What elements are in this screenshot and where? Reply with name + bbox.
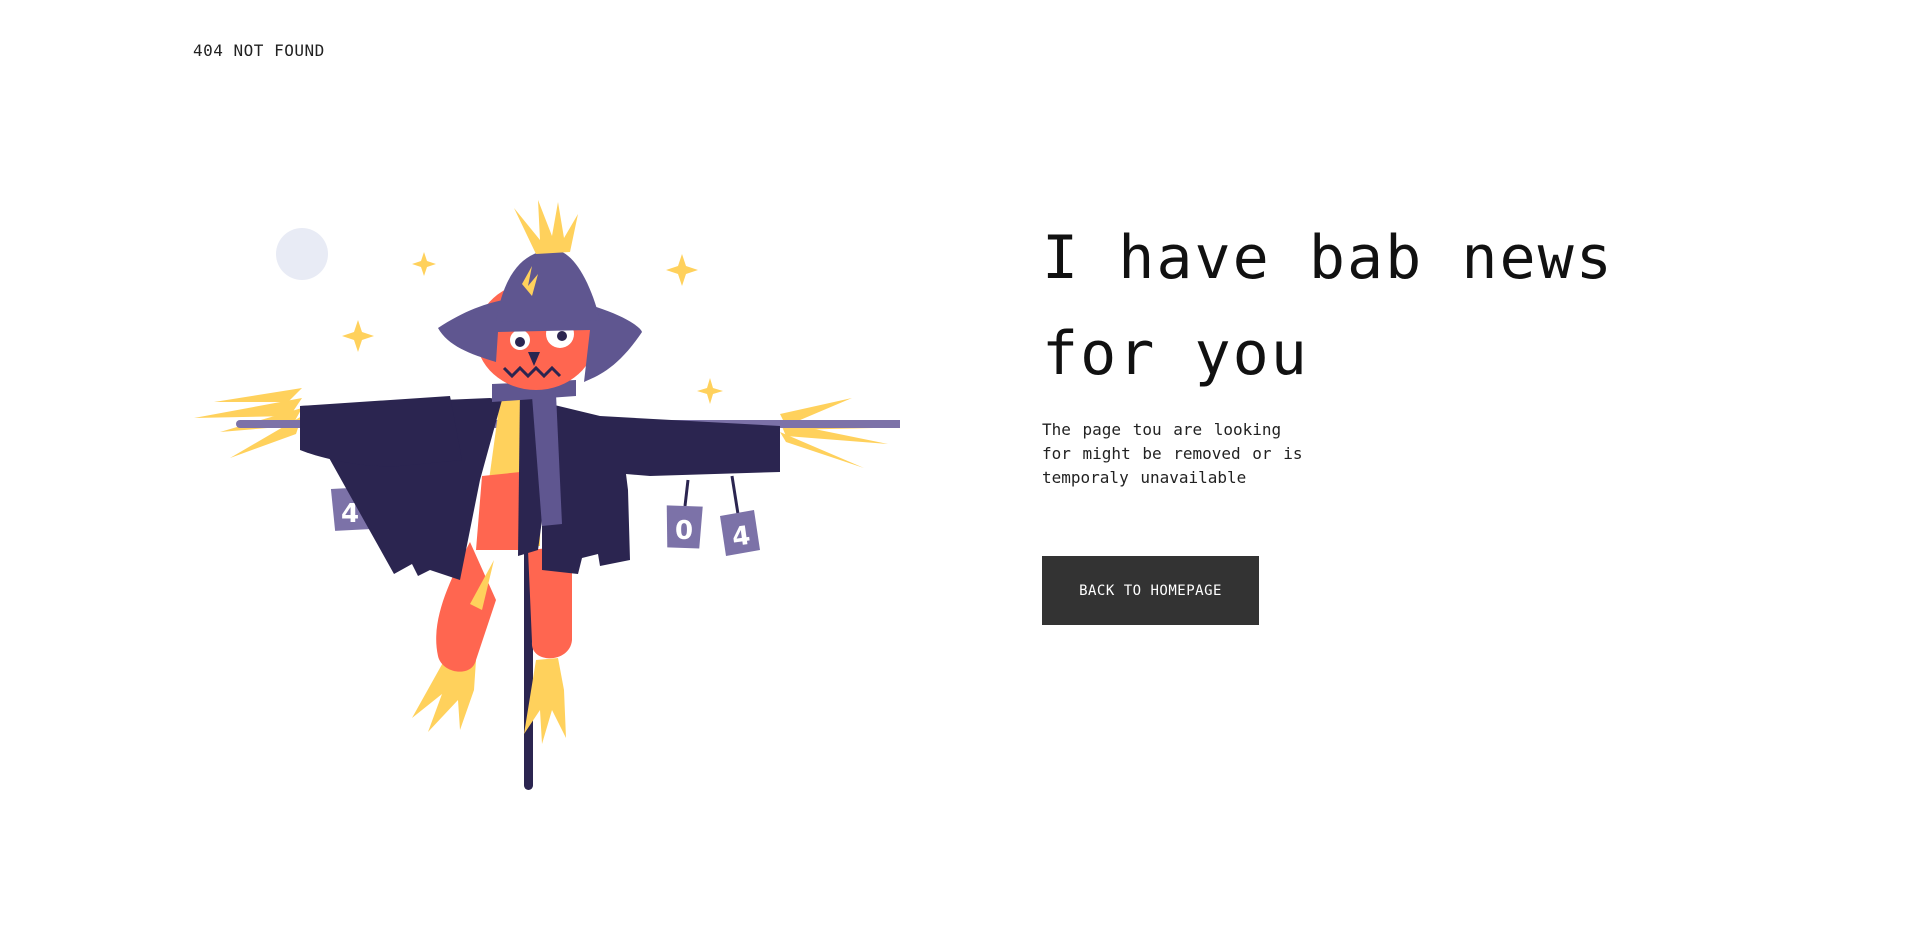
can-right: 4: [720, 475, 760, 556]
description-line-2: for might be removed or is: [1042, 444, 1303, 463]
can-middle: 0: [666, 479, 703, 549]
headline-line-2: for you: [1042, 319, 1309, 389]
hat-crown: [496, 250, 600, 322]
scarecrow-illustration: 4 0 4: [180, 190, 906, 810]
moon-icon: [276, 228, 328, 280]
svg-text:0: 0: [675, 516, 693, 546]
brand-label: 404 NOT FOUND: [193, 41, 325, 60]
message-panel: I have bab news for you The page tou are…: [1042, 210, 1682, 625]
page-headline: I have bab news for you: [1042, 210, 1682, 402]
straw-right: [780, 398, 888, 468]
back-to-homepage-button[interactable]: BACK TO HOMEPAGE: [1042, 556, 1259, 625]
straw-feet: [412, 650, 566, 744]
description-line-1: The page tou are looking: [1042, 420, 1282, 439]
headline-line-1: I have bab news: [1042, 223, 1614, 293]
page-description: The page tou are looking for might be re…: [1042, 418, 1312, 490]
not-found-page: 404 NOT FOUND 4 0 4 I have bab news for …: [0, 0, 1920, 930]
description-line-3: temporaly unavailable: [1042, 468, 1247, 487]
scarecrow-icon: 4 0 4: [194, 200, 906, 790]
hat-straw: [514, 200, 578, 254]
